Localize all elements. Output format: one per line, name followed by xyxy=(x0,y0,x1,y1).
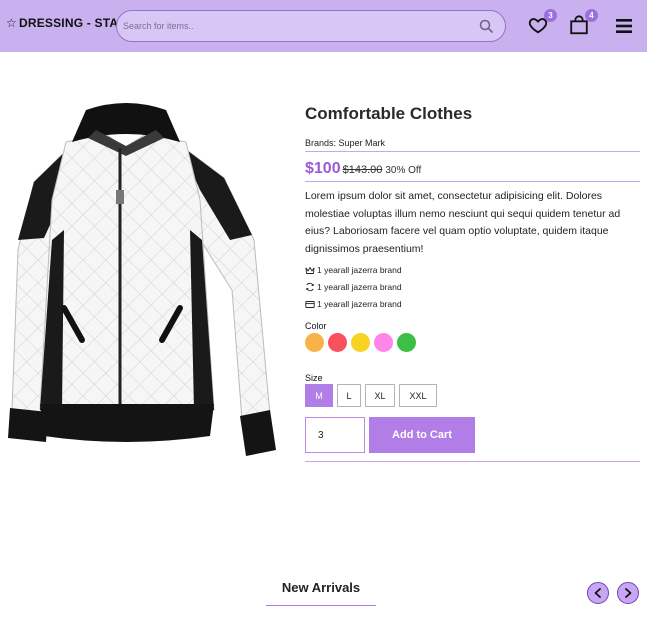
brand-logo[interactable]: ☆ DRESSING - STAR xyxy=(6,16,127,30)
feature-text: 1 yearall jazerra brand xyxy=(317,282,402,292)
size-option-l[interactable]: L xyxy=(337,384,361,407)
feature-text: 1 yearall jazerra brand xyxy=(317,299,402,309)
brand-name: DRESSING - STAR xyxy=(18,16,128,30)
feature-item: 1 yearall jazerra brand xyxy=(305,265,640,275)
refresh-icon xyxy=(306,282,314,292)
search-bar xyxy=(116,10,506,42)
feature-item: 1 yearall jazerra brand xyxy=(305,282,640,292)
search-icon[interactable] xyxy=(477,17,495,35)
carousel-next-button[interactable] xyxy=(617,582,639,604)
feature-item: 1 yearall jazerra brand xyxy=(305,299,640,309)
size-option-m[interactable]: M xyxy=(305,384,333,407)
carousel-prev-button[interactable] xyxy=(587,582,609,604)
card-icon xyxy=(305,300,315,308)
old-price: $143.00 xyxy=(342,164,383,176)
section-title-new-arrivals: New Arrivals xyxy=(266,580,376,606)
top-header: ☆DRESSING - STAR 3 4 xyxy=(0,0,647,52)
wishlist-count-badge: 3 xyxy=(544,9,557,22)
quantity-input[interactable] xyxy=(305,417,365,453)
chevron-right-icon xyxy=(625,588,632,598)
add-to-cart-row: Add to Cart xyxy=(305,417,640,462)
color-label: Color xyxy=(305,321,327,331)
hamburger-menu-icon xyxy=(616,19,632,33)
color-swatches xyxy=(305,333,640,352)
size-option-xl[interactable]: XL xyxy=(365,384,395,407)
price-row: $100 $143.00 30% Off xyxy=(305,160,640,182)
product-description: Lorem ipsum dolor sit amet, consectetur … xyxy=(305,190,621,255)
color-swatch-yellow[interactable] xyxy=(351,333,370,352)
product-image xyxy=(4,90,286,470)
wishlist-button[interactable]: 3 xyxy=(527,9,557,38)
search-input[interactable] xyxy=(123,17,463,35)
discount-label: 30% Off xyxy=(385,165,422,176)
color-swatch-pink[interactable] xyxy=(374,333,393,352)
size-options: M L XL XXL xyxy=(305,384,640,407)
add-to-cart-button[interactable]: Add to Cart xyxy=(369,417,475,453)
product-details: Comfortable Clothes Brands: Super Mark $… xyxy=(305,100,640,462)
crown-icon xyxy=(305,266,315,274)
current-price: $100 xyxy=(305,160,341,177)
feature-text: 1 yearall jazerra brand xyxy=(317,265,402,275)
size-label: Size xyxy=(305,373,323,383)
product-brand: Brands: Super Mark xyxy=(305,138,640,152)
size-option-xxl[interactable]: XXL xyxy=(399,384,437,407)
cart-count-badge: 4 xyxy=(585,9,598,22)
star-icon: ☆ xyxy=(6,16,17,30)
color-swatch-green[interactable] xyxy=(397,333,416,352)
product-title: Comfortable Clothes xyxy=(305,104,473,123)
menu-button[interactable] xyxy=(614,16,638,40)
cart-button[interactable]: 4 xyxy=(568,9,598,38)
color-swatch-orange[interactable] xyxy=(305,333,324,352)
chevron-left-icon xyxy=(594,588,601,598)
color-swatch-red[interactable] xyxy=(328,333,347,352)
